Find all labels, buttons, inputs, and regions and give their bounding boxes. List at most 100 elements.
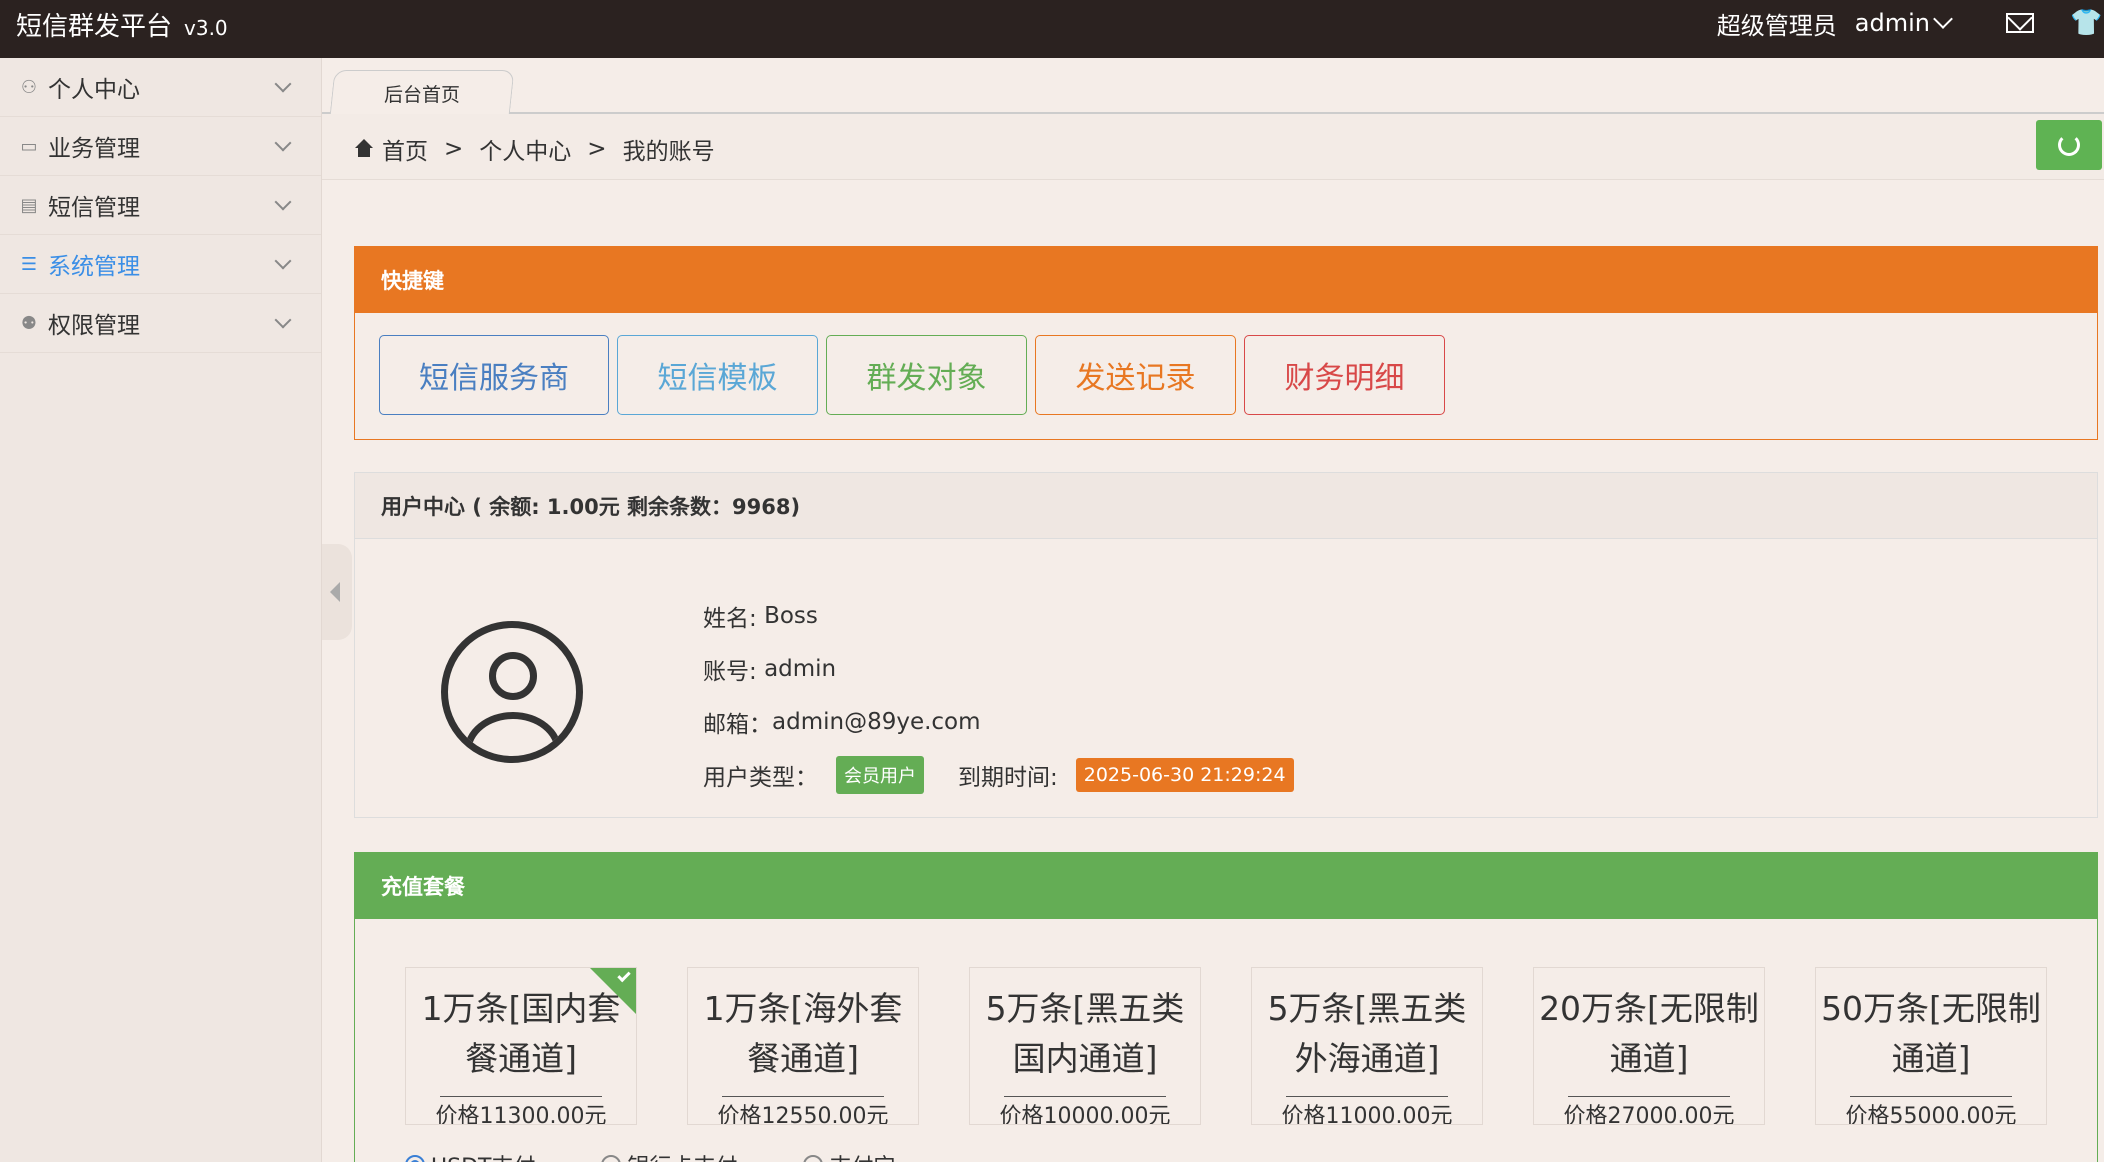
version-label: v3.0 xyxy=(184,16,228,40)
package-divider xyxy=(1004,1096,1166,1097)
sidebar: ⚇ 个人中心 ▭ 业务管理 ▤ 短信管理 ☰ 系统管理 ⚉ 权限管理 xyxy=(0,58,322,1162)
shortcut-panel-title: 快捷键 xyxy=(355,247,2097,313)
breadcrumb-home[interactable]: 首页 xyxy=(382,132,428,166)
package-card[interactable]: 50万条[无限制通道] 价格55000.00元 xyxy=(1815,967,2047,1125)
package-name: 20万条[无限制通道] xyxy=(1539,989,1759,1078)
package-divider xyxy=(1286,1096,1448,1097)
shortcut-buttons: 短信服务商 短信模板 群发对象 发送记录 财务明细 xyxy=(355,313,2097,437)
payment-label: USDT支付 xyxy=(431,1149,535,1162)
package-card[interactable]: 1万条[海外套餐通道] 价格12550.00元 xyxy=(687,967,919,1125)
chevron-down-icon xyxy=(274,75,292,93)
payment-alipay[interactable]: 支付宝 xyxy=(803,1149,895,1162)
type-row: 用户类型： 会员用户 到期时间: 2025-06-30 21:29:24 xyxy=(703,748,1294,801)
tab-label: 后台首页 xyxy=(383,84,460,106)
name-label: 姓名: xyxy=(703,605,757,632)
name-value: Boss xyxy=(764,602,818,629)
brand[interactable]: 短信群发平台 v3.0 xyxy=(16,6,228,43)
chevron-down-icon xyxy=(1933,9,1953,29)
user-panel-title: 用户中心 ( 余额: 1.00元 剩余条数：9968) xyxy=(355,473,2097,539)
breadcrumb: 首页 > 个人中心 > 我的账号 xyxy=(354,132,715,166)
sidebar-item-permissions[interactable]: ⚉ 权限管理 xyxy=(0,294,321,353)
mail-icon[interactable] xyxy=(2006,13,2034,33)
sidebar-item-label: 短信管理 xyxy=(48,195,140,221)
email-label: 邮箱： xyxy=(703,711,772,738)
payment-bank-card[interactable]: 银行卡支付 xyxy=(601,1149,737,1162)
role-label: 超级管理员 xyxy=(1716,11,1837,40)
package-price: 价格11300.00元 xyxy=(435,1104,607,1125)
package-price: 价格11000.00元 xyxy=(1281,1104,1453,1125)
account-value: admin xyxy=(764,655,837,682)
sidebar-item-sms[interactable]: ▤ 短信管理 xyxy=(0,176,321,235)
package-price: 价格55000.00元 xyxy=(1845,1104,2017,1125)
package-card[interactable]: 20万条[无限制通道] 价格27000.00元 xyxy=(1533,967,1765,1125)
breadcrumb-my-account: 我的账号 xyxy=(622,139,715,165)
package-name: 50万条[无限制通道] xyxy=(1821,989,2041,1078)
sidebar-item-business[interactable]: ▭ 业务管理 xyxy=(0,117,321,176)
send-record-button[interactable]: 发送记录 xyxy=(1035,335,1236,415)
radio-selected[interactable] xyxy=(405,1155,425,1162)
user-type-label: 用户类型： xyxy=(703,764,818,791)
package-card[interactable]: 1万条[国内套餐通道] 价格11300.00元 xyxy=(405,967,637,1125)
sidebar-item-label: 业务管理 xyxy=(48,136,140,162)
shortcut-panel: 快捷键 短信服务商 短信模板 群发对象 发送记录 财务明细 xyxy=(354,246,2098,440)
package-name: 1万条[海外套餐通道] xyxy=(703,989,903,1078)
sidebar-item-label: 权限管理 xyxy=(48,313,140,339)
refresh-icon xyxy=(2058,134,2080,156)
package-divider xyxy=(722,1096,884,1097)
sms-provider-button[interactable]: 短信服务商 xyxy=(379,335,609,415)
package-name: 5万条[黑五类国内通道] xyxy=(985,989,1185,1078)
user-info: 姓名: Boss 账号: admin 邮箱： admin@89ye.com 用户… xyxy=(703,589,1294,801)
breadcrumb-bar: 首页 > 个人中心 > 我的账号 xyxy=(322,114,2104,180)
chevron-down-icon xyxy=(274,252,292,270)
home-icon xyxy=(354,139,374,159)
email-row: 邮箱： admin@89ye.com xyxy=(703,695,1294,748)
package-divider xyxy=(1850,1096,2012,1097)
expire-label: 到期时间: xyxy=(958,764,1058,791)
sidebar-item-label: 系统管理 xyxy=(48,254,140,280)
finance-detail-button[interactable]: 财务明细 xyxy=(1244,335,1445,415)
breadcrumb-personal-center[interactable]: 个人中心 xyxy=(479,132,571,166)
book-icon: ▤ xyxy=(20,194,38,216)
package-panel-title: 充值套餐 xyxy=(355,853,2097,919)
tab-dashboard[interactable]: 后台首页 xyxy=(329,70,515,116)
package-card[interactable]: 5万条[黑五类国内通道] 价格10000.00元 xyxy=(969,967,1201,1125)
top-right-menu: 超级管理员 admin 👕 xyxy=(1717,6,2104,40)
package-price: 价格12550.00元 xyxy=(717,1104,889,1125)
username-label: admin xyxy=(1854,9,1930,37)
package-divider xyxy=(440,1096,602,1097)
users-icon: ⚉ xyxy=(20,312,38,334)
payment-options: USDT支付 银行卡支付 支付宝 xyxy=(405,1149,961,1162)
package-price: 价格10000.00元 xyxy=(999,1104,1171,1125)
package-name: 5万条[黑五类外海通道] xyxy=(1267,989,1467,1078)
chevron-down-icon xyxy=(274,311,292,329)
user-icon: ⚇ xyxy=(20,76,38,98)
breadcrumb-separator: > xyxy=(587,136,607,162)
breadcrumb-separator: > xyxy=(444,136,464,162)
database-icon: ☰ xyxy=(20,253,38,275)
radio[interactable] xyxy=(601,1155,622,1162)
package-divider xyxy=(1568,1096,1730,1097)
avatar-head xyxy=(489,652,537,700)
payment-label: 银行卡支付 xyxy=(627,1149,737,1162)
avatar xyxy=(441,621,583,763)
theme-shirt-icon[interactable]: 👕 xyxy=(2070,8,2104,38)
sidebar-item-system[interactable]: ☰ 系统管理 xyxy=(0,235,321,294)
account-label: 账号: xyxy=(703,658,757,685)
sidebar-item-personal-center[interactable]: ⚇ 个人中心 xyxy=(0,58,321,117)
sidebar-collapse-handle[interactable] xyxy=(322,544,352,640)
user-menu[interactable]: admin xyxy=(1854,9,1953,37)
refresh-button[interactable] xyxy=(2036,120,2102,170)
user-center-panel: 用户中心 ( 余额: 1.00元 剩余条数：9968) 姓名: Boss 账号:… xyxy=(354,472,2098,818)
radio[interactable] xyxy=(803,1155,824,1162)
payment-usdt[interactable]: USDT支付 xyxy=(405,1149,535,1162)
card-icon: ▭ xyxy=(20,135,38,157)
user-type-badge: 会员用户 xyxy=(836,755,924,794)
avatar-body xyxy=(464,712,562,756)
mass-target-button[interactable]: 群发对象 xyxy=(826,335,1027,415)
chevron-down-icon xyxy=(274,193,292,211)
sidebar-item-label: 个人中心 xyxy=(48,77,140,103)
sms-template-button[interactable]: 短信模板 xyxy=(617,335,818,415)
payment-label: 支付宝 xyxy=(829,1149,895,1162)
package-card[interactable]: 5万条[黑五类外海通道] 价格11000.00元 xyxy=(1251,967,1483,1125)
expire-badge: 2025-06-30 21:29:24 xyxy=(1075,757,1294,792)
